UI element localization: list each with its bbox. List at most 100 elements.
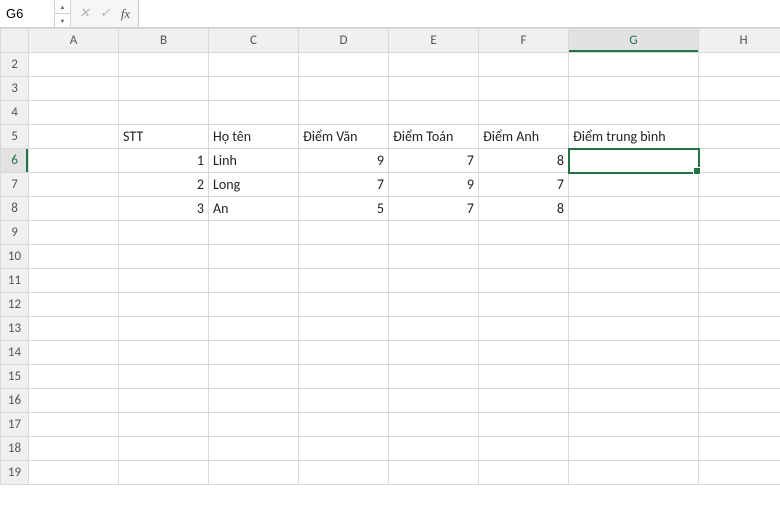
chevron-down-icon[interactable]: ▼: [55, 13, 70, 27]
cell[interactable]: [119, 317, 209, 341]
cell[interactable]: [569, 269, 699, 293]
enter-icon[interactable]: ✓: [100, 6, 111, 21]
cell[interactable]: [479, 341, 569, 365]
row-header-18[interactable]: 18: [1, 437, 29, 461]
cell[interactable]: [299, 101, 389, 125]
cell[interactable]: [119, 77, 209, 101]
cell[interactable]: [389, 53, 479, 77]
row-header-4[interactable]: 4: [1, 101, 29, 125]
table-cell-van[interactable]: 9: [299, 149, 389, 173]
table-cell-van[interactable]: 7: [299, 173, 389, 197]
row-header-6[interactable]: 6: [1, 149, 29, 173]
cell[interactable]: [569, 461, 699, 485]
table-header-diem-anh[interactable]: Điểm Anh: [479, 125, 569, 149]
col-header-H[interactable]: H: [699, 29, 780, 53]
cell[interactable]: [569, 293, 699, 317]
table-header-diem-tb[interactable]: Điểm trung bình: [569, 125, 699, 149]
chevron-up-icon[interactable]: ▲: [55, 0, 70, 13]
cell[interactable]: [29, 125, 119, 149]
cell[interactable]: [119, 341, 209, 365]
cell[interactable]: [29, 413, 119, 437]
cell[interactable]: [699, 53, 780, 77]
cell[interactable]: [209, 437, 299, 461]
cell[interactable]: [699, 77, 780, 101]
cell[interactable]: [479, 245, 569, 269]
cancel-icon[interactable]: ✕: [79, 6, 90, 21]
name-box[interactable]: [0, 0, 54, 27]
table-cell-stt[interactable]: 3: [119, 197, 209, 221]
row-header-3[interactable]: 3: [1, 77, 29, 101]
row-header-5[interactable]: 5: [1, 125, 29, 149]
cell[interactable]: [119, 413, 209, 437]
row-header-16[interactable]: 16: [1, 389, 29, 413]
cell[interactable]: [699, 197, 780, 221]
cell[interactable]: [299, 53, 389, 77]
cell[interactable]: [699, 125, 780, 149]
row-header-19[interactable]: 19: [1, 461, 29, 485]
table-cell-anh[interactable]: 8: [479, 197, 569, 221]
cell[interactable]: [299, 221, 389, 245]
row-header-14[interactable]: 14: [1, 341, 29, 365]
cell[interactable]: [699, 389, 780, 413]
table-cell-ho-ten[interactable]: Long: [209, 173, 299, 197]
col-header-A[interactable]: A: [29, 29, 119, 53]
cell[interactable]: [299, 437, 389, 461]
row-header-9[interactable]: 9: [1, 221, 29, 245]
col-header-B[interactable]: B: [119, 29, 209, 53]
cell[interactable]: [299, 77, 389, 101]
cell[interactable]: [389, 245, 479, 269]
cell[interactable]: [29, 365, 119, 389]
row-header-10[interactable]: 10: [1, 245, 29, 269]
cell[interactable]: [29, 101, 119, 125]
cell[interactable]: [479, 101, 569, 125]
cell[interactable]: [389, 365, 479, 389]
cell[interactable]: [299, 365, 389, 389]
row-header-8[interactable]: 8: [1, 197, 29, 221]
cell[interactable]: [699, 437, 780, 461]
table-cell-ho-ten[interactable]: An: [209, 197, 299, 221]
cell[interactable]: [299, 317, 389, 341]
cell[interactable]: [479, 437, 569, 461]
cell[interactable]: [699, 461, 780, 485]
cell[interactable]: [29, 245, 119, 269]
cell[interactable]: [299, 245, 389, 269]
cell[interactable]: [29, 197, 119, 221]
cell[interactable]: [479, 293, 569, 317]
cell[interactable]: [119, 293, 209, 317]
cell[interactable]: [699, 173, 780, 197]
cell[interactable]: [479, 389, 569, 413]
cell[interactable]: [389, 101, 479, 125]
cell[interactable]: [569, 437, 699, 461]
table-cell-anh[interactable]: 7: [479, 173, 569, 197]
row-header-11[interactable]: 11: [1, 269, 29, 293]
cell[interactable]: [699, 365, 780, 389]
cell[interactable]: [299, 413, 389, 437]
cell[interactable]: [29, 53, 119, 77]
cell[interactable]: [29, 437, 119, 461]
cell[interactable]: [389, 389, 479, 413]
cell[interactable]: [389, 437, 479, 461]
cell[interactable]: [479, 317, 569, 341]
table-cell-ho-ten[interactable]: Linh: [209, 149, 299, 173]
cell[interactable]: [119, 221, 209, 245]
cell-G6[interactable]: [569, 149, 699, 173]
cell[interactable]: [29, 341, 119, 365]
row-header-12[interactable]: 12: [1, 293, 29, 317]
cell[interactable]: [699, 101, 780, 125]
cell[interactable]: [299, 389, 389, 413]
cell[interactable]: [119, 389, 209, 413]
table-cell-toan[interactable]: 9: [389, 173, 479, 197]
cell[interactable]: [389, 317, 479, 341]
cell[interactable]: [29, 461, 119, 485]
table-cell-stt[interactable]: 1: [119, 149, 209, 173]
cell[interactable]: [119, 269, 209, 293]
cell[interactable]: [29, 293, 119, 317]
table-cell-van[interactable]: 5: [299, 197, 389, 221]
table-cell-toan[interactable]: 7: [389, 149, 479, 173]
cell[interactable]: [699, 293, 780, 317]
cell[interactable]: [479, 365, 569, 389]
cell[interactable]: [119, 53, 209, 77]
table-header-diem-toan[interactable]: Điểm Toán: [389, 125, 479, 149]
table-cell-stt[interactable]: 2: [119, 173, 209, 197]
cell[interactable]: [569, 53, 699, 77]
